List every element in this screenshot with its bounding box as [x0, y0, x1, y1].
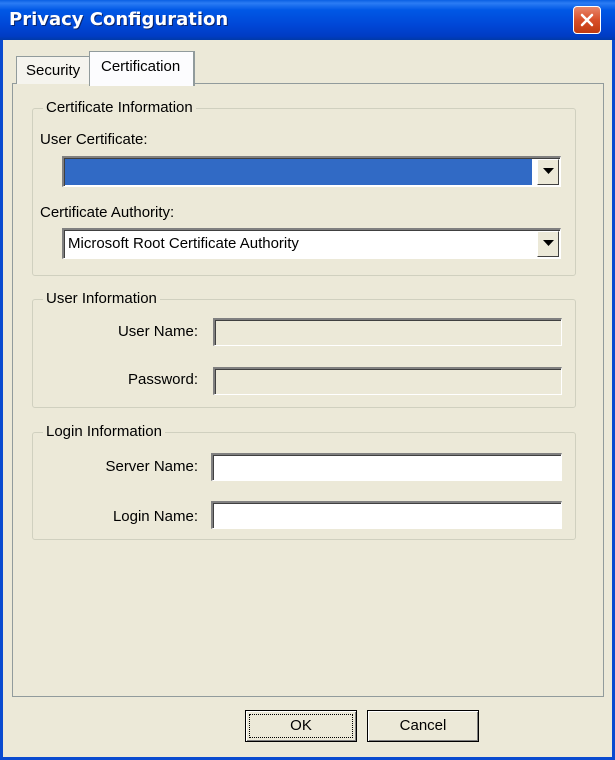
tab-certification[interactable]: Certification: [89, 51, 195, 86]
cancel-button[interactable]: Cancel: [367, 710, 479, 742]
certificate-authority-select[interactable]: Microsoft Root Certificate Authority: [62, 228, 561, 259]
user-certificate-selection-highlight: [65, 159, 532, 185]
certificate-information-legend: Certificate Information: [43, 99, 196, 116]
user-information-legend: User Information: [43, 290, 160, 307]
user-name-input[interactable]: [213, 318, 562, 346]
close-button[interactable]: [573, 6, 601, 34]
window-border-left: [0, 40, 3, 760]
tab-security-label: Security: [26, 62, 81, 79]
user-name-label: User Name:: [117, 323, 198, 340]
window-title: Privacy Configuration: [9, 9, 229, 30]
password-input[interactable]: [213, 367, 562, 395]
server-name-label: Server Name:: [105, 458, 198, 475]
user-certificate-dropdown-button[interactable]: [537, 159, 559, 185]
server-name-input[interactable]: [211, 453, 562, 481]
certificate-authority-label: Certificate Authority:: [40, 204, 175, 221]
privacy-configuration-dialog: Privacy Configuration Security Certifica…: [0, 0, 615, 760]
title-bar[interactable]: Privacy Configuration: [0, 0, 615, 40]
tab-security[interactable]: Security: [16, 56, 90, 84]
certificate-authority-dropdown-button[interactable]: [537, 231, 559, 257]
user-certificate-label: User Certificate:: [40, 131, 148, 148]
chevron-down-icon: [543, 168, 554, 174]
login-name-label: Login Name:: [112, 508, 198, 525]
tab-certification-label: Certification: [101, 58, 181, 75]
login-name-input[interactable]: [211, 501, 562, 529]
password-label: Password:: [127, 371, 198, 388]
user-certificate-select[interactable]: [62, 156, 561, 187]
certificate-authority-value: Microsoft Root Certificate Authority: [68, 235, 299, 252]
chevron-down-icon: [543, 240, 554, 246]
ok-button[interactable]: OK: [245, 710, 357, 742]
close-icon: [580, 13, 594, 27]
login-information-legend: Login Information: [43, 423, 165, 440]
